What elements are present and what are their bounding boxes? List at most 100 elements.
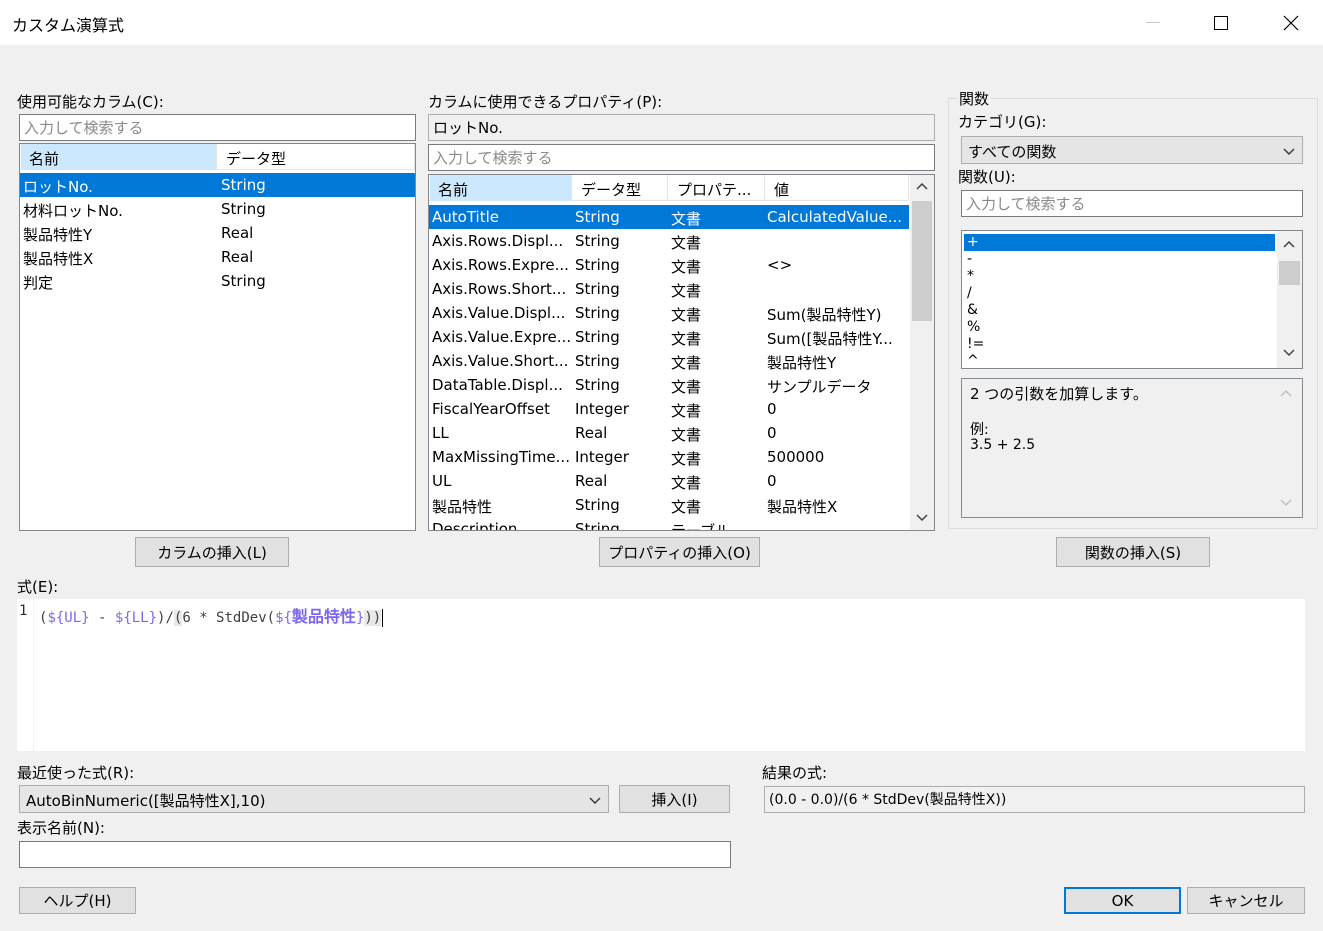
row-name: Axis.Value.Short...	[432, 352, 569, 370]
scroll-up-icon	[1280, 389, 1292, 397]
display-name-input[interactable]	[19, 841, 731, 868]
col-header-name[interactable]: 名前	[21, 144, 217, 170]
table-row[interactable]: FiscalYearOffset Integer 文書 0	[429, 397, 909, 421]
function-description: 2 つの引数を加算します。	[970, 385, 1148, 403]
properties-scrollbar[interactable]	[910, 175, 934, 530]
row-value: 製品特性X	[767, 498, 838, 516]
list-item[interactable]: &	[964, 302, 1275, 319]
list-item[interactable]: /	[964, 285, 1275, 302]
insert-recent-button[interactable]: 挿入(I)	[619, 785, 730, 813]
row-prop: 文書	[671, 234, 702, 252]
column-search-input[interactable]: 入力して検索する	[19, 114, 416, 141]
text-caret	[382, 609, 384, 627]
table-row[interactable]: 材料ロットNo. String	[20, 197, 415, 221]
cancel-button[interactable]: キャンセル	[1187, 887, 1305, 914]
table-row[interactable]: AutoTitle String 文書 CalculatedValue...	[429, 205, 909, 229]
row-prop: 文書	[671, 474, 702, 492]
table-row[interactable]: 判定 String	[20, 269, 415, 293]
table-row[interactable]: Axis.Value.Displ... String 文書 Sum(製品特性Y)	[429, 301, 909, 325]
table-row[interactable]: 製品特性X Real	[20, 245, 415, 269]
row-value: 500000	[767, 448, 825, 466]
row-type: String	[221, 272, 266, 290]
result-label: 結果の式:	[762, 764, 828, 782]
row-prop: 文書	[671, 282, 702, 300]
row-value: サンプルデータ	[767, 378, 872, 396]
insert-column-button[interactable]: カラムの挿入(L)	[135, 537, 289, 567]
line-number: 1	[19, 603, 28, 619]
row-type: Integer	[575, 448, 629, 466]
function-label: 関数(U):	[958, 168, 1016, 186]
list-item[interactable]: !=	[964, 336, 1275, 353]
list-item[interactable]: ^	[964, 353, 1275, 368]
help-button[interactable]: ヘルプ(H)	[19, 887, 136, 914]
table-row[interactable]: Axis.Rows.Short... String 文書	[429, 277, 909, 301]
table-row[interactable]: Axis.Value.Expre... String 文書 Sum([製品特性Y...	[429, 325, 909, 349]
scroll-down-icon[interactable]	[1283, 349, 1295, 357]
row-name: 製品特性X	[23, 250, 94, 268]
minimize-icon[interactable]	[1130, 0, 1176, 45]
row-value: 0	[767, 424, 777, 442]
row-value: 0	[767, 472, 777, 490]
row-type: Integer	[575, 400, 629, 418]
row-prop: 文書	[671, 498, 702, 516]
table-row[interactable]: DataTable.Displ... String 文書 サンプルデータ	[429, 373, 909, 397]
prop-header-value[interactable]: 値	[766, 175, 909, 201]
prop-header-type[interactable]: データ型	[573, 175, 668, 201]
table-row[interactable]: 製品特性Y Real	[20, 221, 415, 245]
table-row[interactable]: Axis.Value.Short... String 文書 製品特性Y	[429, 349, 909, 373]
row-type: Real	[221, 248, 254, 266]
row-type: String	[575, 280, 620, 298]
maximize-icon[interactable]	[1198, 0, 1244, 45]
row-name: Axis.Rows.Expre...	[432, 256, 569, 274]
scroll-up-icon[interactable]	[1283, 240, 1295, 248]
row-value: 製品特性Y	[767, 354, 837, 372]
table-row[interactable]: MaxMissingTime... Integer 文書 500000	[429, 445, 909, 469]
list-item[interactable]: -	[964, 251, 1275, 268]
row-prop: 文書	[671, 378, 702, 396]
ok-button[interactable]: OK	[1064, 887, 1181, 914]
row-prop: 文書	[671, 330, 702, 348]
properties-list[interactable]: 名前 データ型 プロパテ... 値 AutoTitle String 文書 Calcu…	[428, 174, 935, 531]
table-row[interactable]: LL Real 文書 0	[429, 421, 909, 445]
category-select[interactable]: すべての関数	[961, 136, 1303, 164]
insert-property-button[interactable]: プロパティの挿入(O)	[599, 537, 760, 567]
expression-editor[interactable]: 1 (${UL} - ${LL})/(6 * StdDev(${製品特性}))	[17, 599, 1305, 751]
prop-header-name[interactable]: 名前	[430, 175, 572, 201]
row-value: 0	[767, 400, 777, 418]
list-item[interactable]: *	[964, 268, 1275, 285]
row-value: Sum(製品特性Y)	[767, 306, 882, 324]
selected-column-field: ロットNo.	[428, 114, 935, 141]
row-type: String	[221, 200, 266, 218]
property-search-input[interactable]: 入力して検索する	[428, 144, 935, 171]
prop-header-property[interactable]: プロパテ...	[669, 175, 765, 201]
scroll-thumb[interactable]	[912, 201, 932, 321]
row-value: <>	[767, 256, 793, 274]
table-row[interactable]: Axis.Rows.Displ... String 文書	[429, 229, 909, 253]
col-header-type[interactable]: データ型	[218, 144, 415, 170]
insert-function-button[interactable]: 関数の挿入(S)	[1056, 537, 1210, 567]
table-row[interactable]: Axis.Rows.Expre... String 文書 <>	[429, 253, 909, 277]
table-row[interactable]: 製品特性 String 文書 製品特性X	[429, 493, 909, 517]
functions-list[interactable]: + - * / &% != ^	[961, 230, 1303, 369]
function-search-input[interactable]: 入力して検索する	[961, 190, 1303, 217]
recent-expression-select[interactable]: AutoBinNumeric([製品特性X],10)	[19, 785, 609, 813]
scroll-up-icon[interactable]	[916, 182, 928, 190]
scroll-down-icon[interactable]	[916, 514, 928, 522]
row-type: String	[575, 256, 620, 274]
list-item[interactable]: +	[964, 234, 1275, 251]
expression-token: 6 * StdDev(	[182, 610, 276, 626]
close-icon[interactable]	[1268, 0, 1314, 45]
expression-token: ))	[364, 610, 382, 626]
table-row[interactable]: Description String テーブル	[429, 517, 909, 530]
table-row[interactable]: UL Real 文書 0	[429, 469, 909, 493]
table-row[interactable]: ロットNo. String	[20, 173, 415, 197]
row-name: Axis.Value.Expre...	[432, 328, 570, 346]
list-item[interactable]: %	[964, 319, 1275, 336]
row-name: 材料ロットNo.	[23, 202, 123, 220]
scroll-thumb[interactable]	[1279, 261, 1300, 285]
row-name: ロットNo.	[23, 178, 93, 196]
functions-scrollbar[interactable]	[1277, 231, 1302, 368]
columns-list[interactable]: 名前 データ型 ロットNo. String 材料ロットNo. String 製品…	[19, 143, 416, 531]
row-type: String	[575, 352, 620, 370]
expression-token: )/	[157, 610, 174, 626]
